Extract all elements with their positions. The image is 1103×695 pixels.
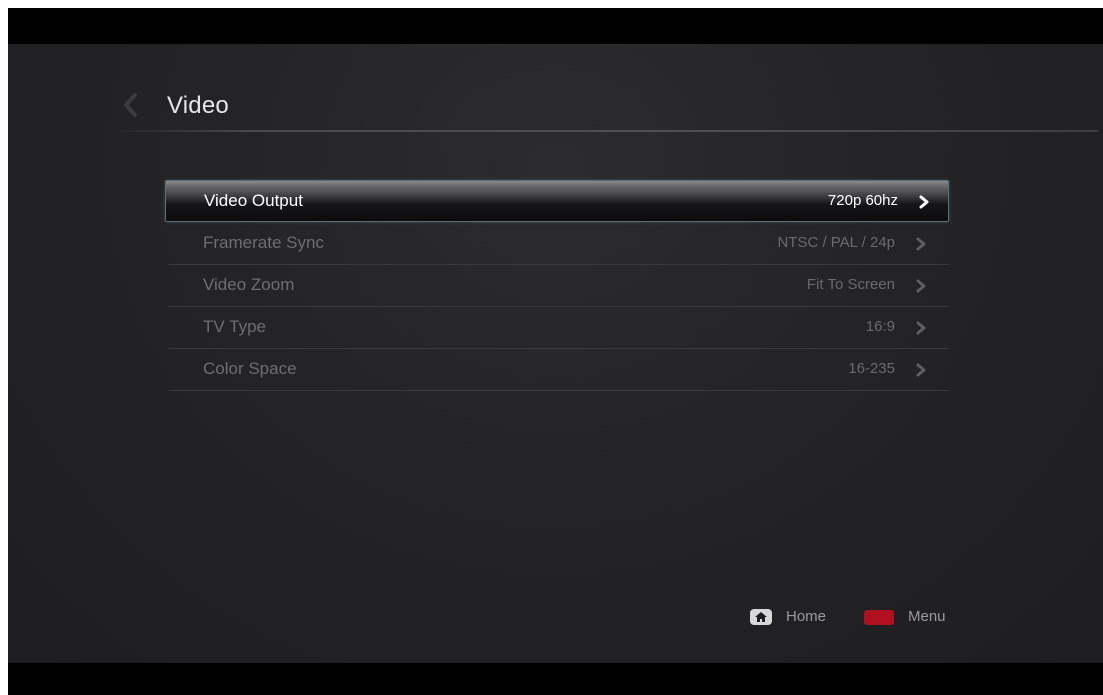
menu-item-tv-type[interactable]: TV Type 16:9 (169, 307, 949, 349)
chevron-right-icon (916, 363, 926, 377)
red-key-icon[interactable] (864, 610, 894, 625)
menu-item-value: 720p 60hz (827, 192, 898, 209)
tv-frame: Video Video Output 720p 60hz Framerate S… (8, 8, 1103, 695)
menu-item-label: TV Type (203, 317, 266, 336)
menu-item-video-output[interactable]: Video Output 720p 60hz (165, 180, 949, 222)
settings-screen: Video Video Output 720p 60hz Framerate S… (8, 44, 1103, 663)
chevron-right-icon (919, 195, 929, 209)
menu-item-label: Video Output (204, 191, 303, 210)
menu-item-color-space[interactable]: Color Space 16-235 (169, 349, 949, 391)
menu-label: Menu (908, 608, 946, 625)
menu-item-framerate-sync[interactable]: Framerate Sync NTSC / PAL / 24p (169, 223, 949, 265)
menu-item-label: Video Zoom (203, 275, 295, 294)
menu-item-label: Color Space (203, 359, 297, 378)
page-title: Video (167, 92, 229, 119)
menu-item-value: NTSC / PAL / 24p (777, 234, 895, 251)
home-icon[interactable] (750, 609, 772, 625)
menu-item-video-zoom[interactable]: Video Zoom Fit To Screen (169, 265, 949, 307)
menu-item-value: 16-235 (848, 360, 895, 377)
header: Video (8, 44, 1103, 136)
footer-key-hints: Home Menu (738, 606, 968, 630)
menu-item-value: 16:9 (865, 318, 895, 335)
settings-menu-list: Video Output 720p 60hz Framerate Sync NT… (165, 180, 949, 391)
chevron-right-icon (916, 321, 926, 335)
home-label: Home (786, 608, 827, 625)
menu-item-value: Fit To Screen (806, 276, 895, 293)
chevron-right-icon (916, 237, 926, 251)
menu-item-label: Framerate Sync (203, 233, 324, 252)
chevron-right-icon (916, 279, 926, 293)
chevron-left-icon[interactable] (120, 92, 142, 118)
header-divider (108, 130, 1098, 132)
